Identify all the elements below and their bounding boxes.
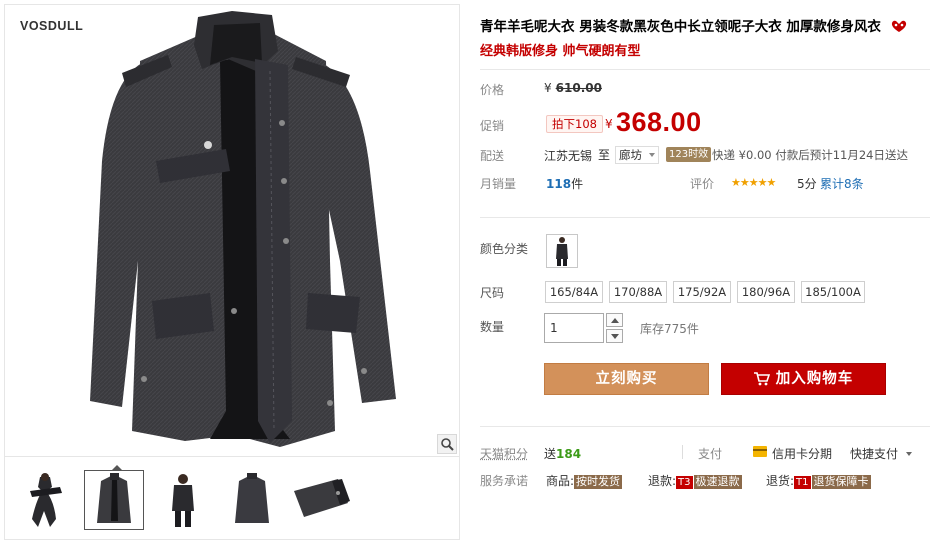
thumb-sleeve-detail[interactable] [291,470,351,530]
product-info-panel: 青年羊毛呢大衣 男装冬款黑灰色中长立领呢子大衣 加厚款修身风衣 经典韩版修身 帅… [480,0,930,544]
size-label: 尺码 [480,286,505,300]
chevron-up-icon [610,317,619,323]
quantity-label: 数量 [480,320,505,334]
product-title: 青年羊毛呢大衣 男装冬款黑灰色中长立领呢子大衣 加厚款修身风衣 [480,17,928,37]
tmall-badge-icon [891,20,906,32]
cart-icon [753,372,770,386]
main-product-image[interactable]: VOSDULL [5,5,459,457]
points-number: 184 [556,447,582,461]
sales-unit: 件 [571,177,584,191]
chevron-down-icon [649,153,655,157]
promo-tag: 拍下108 [546,115,603,133]
rating-stars-icon: ★★★★★ [731,176,776,189]
service-promise-label: 服务承诺 [480,474,529,488]
divider [480,426,930,427]
service-prefix: 退货: [766,474,795,488]
buy-now-button[interactable]: 立刻购买 [544,363,709,395]
service-code: T3 [676,476,693,489]
promo-currency: ¥ [605,117,613,131]
destination-city-value: 廊坊 [619,148,642,162]
destination-city-select[interactable]: 廊坊 [615,146,659,164]
chevron-down-icon [906,452,913,456]
service-code: T1 [794,476,811,489]
tmall-points-value: 送184 [544,445,581,462]
rating-score: 5分 [797,177,817,191]
product-subtitle: 经典韩版修身 帅气硬朗有型 [480,44,641,59]
service-tag: 按时发货 [574,475,623,489]
service-tag: 退货保障卡 [811,475,871,489]
original-price: ¥610.00 [544,81,602,95]
promo-price: 368.00 [616,107,702,137]
original-price-value: 610.00 [555,81,602,95]
promo-label: 促销 [480,119,505,133]
quantity-input[interactable]: 1 [544,313,604,343]
payment-label: 支付 [698,447,723,461]
rating-label: 评价 [690,177,715,191]
thumb-model-front[interactable] [153,470,213,530]
active-thumb-arrow [112,465,122,470]
service-return-card[interactable]: 退货: T1 退货保障卡 [766,472,871,489]
thumb-coat-back[interactable] [222,470,282,530]
tmall-points-label[interactable]: 天猫积分 [480,445,528,462]
service-prefix: 退款: [648,474,677,488]
add-to-cart-button[interactable]: 加入购物车 [721,363,886,395]
add-to-cart-label: 加入购物车 [775,371,854,387]
quick-pay-label: 快捷支付 [850,447,899,461]
price-label: 价格 [480,83,505,97]
sales-count-value: 118 [546,177,572,191]
monthly-sales-label: 月销量 [480,177,517,191]
chevron-down-icon [610,333,619,339]
credit-card-icon [753,446,767,457]
service-ontime-shipping[interactable]: 商品: 按时发货 [546,472,623,489]
service-tag: 极速退款 [693,475,742,489]
service-fast-refund[interactable]: 退款: T3 极速退款 [648,472,742,489]
size-option[interactable]: 165/84A [545,281,603,303]
product-gallery: VOSDULL [4,4,460,540]
size-option[interactable]: 185/100A [801,281,865,303]
thumb-coat-front[interactable] [84,465,144,530]
color-label: 颜色分类 [480,242,529,256]
credit-installment-link[interactable]: 信用卡分期 [772,445,832,462]
shipping-detail: 快递 ¥0.00 付款后预计11月24日送达 [712,148,908,162]
quantity-increase-button[interactable] [606,313,623,327]
delivery-time-badge: 123时效 [666,147,712,162]
monthly-sales-count: 118件 [546,175,583,192]
ship-from: 江苏无锡 [544,149,593,163]
currency-symbol: ¥ [544,81,552,95]
zoom-icon[interactable] [437,434,457,454]
divider [480,69,930,70]
divider [480,217,930,218]
coat-photo [90,11,396,447]
ship-to-word: 至 [598,148,611,162]
review-count-link[interactable]: 累计8条 [820,175,864,192]
stock-count: 库存775件 [640,322,699,336]
divider [682,445,683,459]
color-swatch[interactable] [546,234,578,268]
thumbnail-strip [5,460,459,540]
points-prefix: 送 [544,447,557,461]
size-option[interactable]: 170/88A [609,281,667,303]
shipping-label: 配送 [480,149,505,163]
product-title-text: 青年羊毛呢大衣 男装冬款黑灰色中长立领呢子大衣 加厚款修身风衣 [480,19,881,35]
size-option[interactable]: 180/96A [737,281,795,303]
thumb-model-scarf[interactable] [15,470,75,530]
service-prefix: 商品: [546,474,575,488]
size-option[interactable]: 175/92A [673,281,731,303]
quantity-decrease-button[interactable] [606,329,623,343]
quick-pay-dropdown[interactable]: 快捷支付 [850,445,913,462]
